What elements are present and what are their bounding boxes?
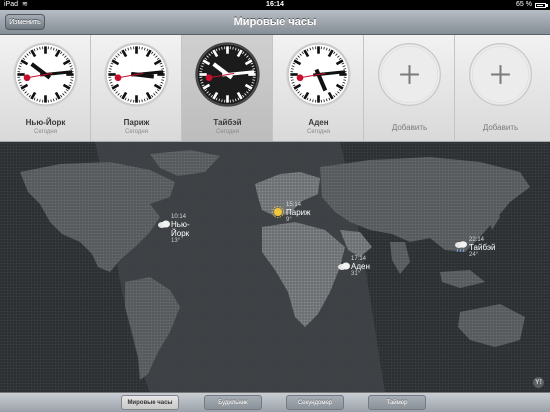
clock-city-name: Аден: [308, 118, 329, 127]
page-title: Мировые часы: [233, 16, 317, 28]
clock-cell-taipei[interactable]: Тайбэй Сегодня: [182, 35, 273, 141]
marker-temp: 31°: [351, 271, 361, 277]
marker-temp: 9°: [286, 217, 292, 223]
clock-city-name: Тайбэй: [213, 118, 242, 127]
tab-stopwatch[interactable]: Секундомер: [286, 395, 344, 410]
sun-icon: [272, 206, 284, 218]
clock-strip: Нью-Йорк Сегодня Париж Сегодня Тайбэй Се…: [0, 35, 550, 142]
marker-city: Нью-Йорк: [171, 220, 190, 238]
status-bar: iPad ≋ 16:14 65 %: [0, 0, 550, 10]
clock-cell-paris[interactable]: Париж Сегодня: [91, 35, 182, 141]
add-clock-icon: [469, 43, 532, 106]
clock-cell-aden[interactable]: Аден Сегодня: [273, 35, 364, 141]
cloud-icon: [338, 262, 350, 270]
clock-city-day: Сегодня: [34, 129, 57, 135]
tab-timer[interactable]: Таймер: [368, 395, 426, 410]
tab-world-clock[interactable]: Мировые часы: [121, 395, 179, 410]
clock-city-name: Нью-Йорк: [25, 118, 66, 127]
bottom-tab-bar: Мировые часы Будильник Секундомер Таймер: [0, 392, 550, 412]
clock-city-day: Сегодня: [125, 129, 148, 135]
add-clock-label: Добавить: [482, 123, 519, 132]
world-map[interactable]: 10:14 Нью-Йорк 13° 15:14 Париж 9° 17:14 …: [0, 142, 550, 392]
clock-city-day: Сегодня: [307, 129, 330, 135]
clock-city-day: Сегодня: [216, 129, 239, 135]
cloud-icon: [158, 220, 170, 228]
clock-face: [195, 42, 260, 107]
yahoo-logo-icon[interactable]: Y!: [533, 377, 544, 388]
battery-icon: [535, 3, 546, 8]
clock-face: [104, 42, 169, 107]
clock-face: [13, 42, 78, 107]
tab-alarm[interactable]: Будильник: [204, 395, 262, 410]
add-clock-label: Добавить: [391, 123, 428, 132]
marker-temp: 24°: [469, 252, 479, 258]
marker-city: Париж: [286, 208, 311, 217]
battery-nub: [546, 4, 548, 7]
status-time: 16:14: [266, 1, 284, 8]
battery-percent: 65 %: [516, 1, 532, 8]
add-clock-icon: [378, 43, 441, 106]
marker-city: Аден: [351, 262, 370, 271]
marker-city: Тайбэй: [469, 243, 496, 252]
add-clock-slot[interactable]: Добавить: [364, 35, 455, 141]
navigation-bar: Изменить Мировые часы: [0, 10, 550, 35]
clock-face: [286, 42, 351, 107]
world-map-image: [0, 142, 550, 392]
marker-temp: 13°: [171, 238, 181, 244]
clock-city-name: Париж: [123, 118, 150, 127]
clock-cell-new-york[interactable]: Нью-Йорк Сегодня: [0, 35, 91, 141]
rain-icon: [455, 241, 467, 253]
add-clock-slot[interactable]: Добавить: [455, 35, 550, 141]
